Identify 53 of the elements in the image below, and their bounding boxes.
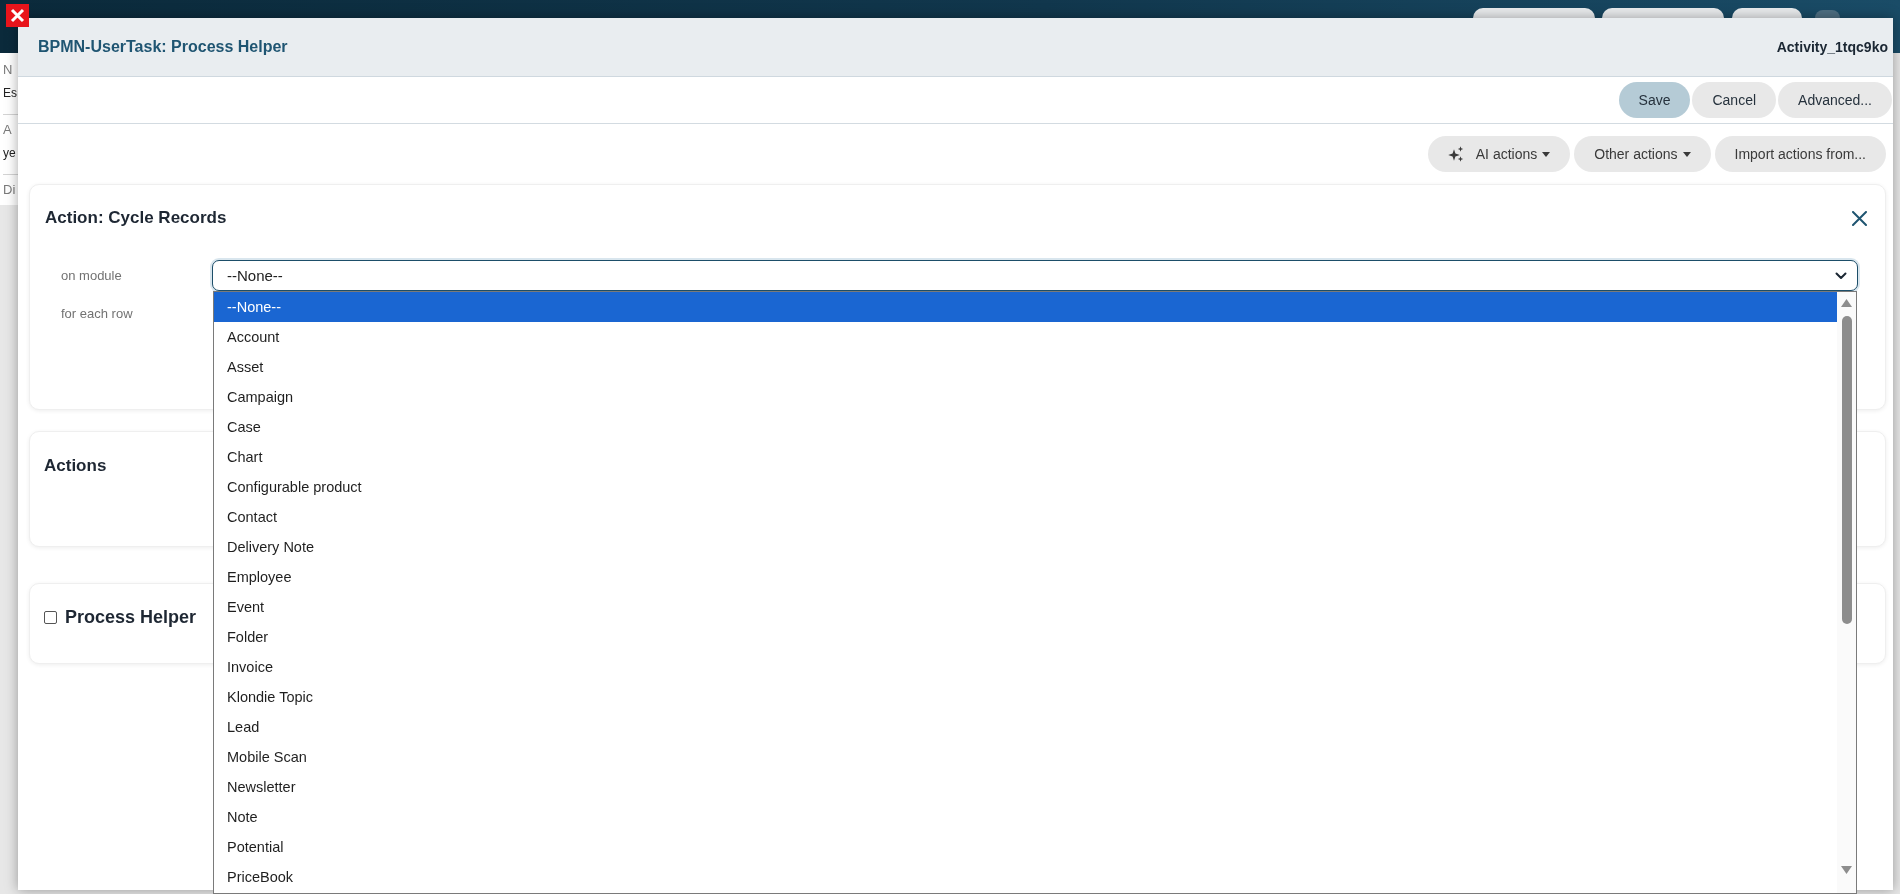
field-value: ye [3, 145, 16, 162]
dropdown-option[interactable]: Invoice [214, 652, 1837, 682]
header-button[interactable] [1732, 8, 1802, 18]
caret-icon [1542, 151, 1551, 157]
caret-icon [1682, 151, 1691, 157]
dropdown-option[interactable]: Mobile Scan [214, 742, 1837, 772]
dropdown-option[interactable]: Campaign [214, 382, 1837, 412]
scrollbar-thumb[interactable] [1841, 316, 1852, 624]
scroll-up-icon[interactable] [1841, 299, 1852, 307]
module-select[interactable]: --None-- [212, 260, 1858, 291]
dropdown-option[interactable]: Delivery Note [214, 532, 1837, 562]
dropdown-option[interactable]: Klondie Topic [214, 682, 1837, 712]
field-value: Es [3, 85, 17, 102]
dialog-title: BPMN-UserTask: Process Helper [38, 38, 288, 56]
element-id: Activity_1tqc9ko [1776, 39, 1888, 55]
dropdown-option[interactable]: Account [214, 322, 1837, 352]
field-label: for each row [61, 306, 133, 321]
header-button[interactable] [1473, 8, 1595, 18]
sparkle-icon [1447, 146, 1464, 162]
chevron-down-icon [1835, 271, 1847, 280]
close-icon[interactable] [1852, 210, 1867, 226]
other-actions-button[interactable]: Other actions [1574, 136, 1711, 172]
dropdown-option[interactable]: Note [214, 802, 1837, 832]
import-actions-button[interactable]: Import actions from... [1714, 136, 1886, 172]
dropdown-option[interactable]: Potential [214, 832, 1837, 862]
dropdown-option[interactable]: --None-- [214, 292, 1837, 322]
dropdown-option[interactable]: PriceBook [214, 862, 1837, 892]
field-label: N [3, 61, 13, 79]
dropdown-option[interactable]: Configurable product [214, 472, 1837, 502]
dropdown-option[interactable]: Newsletter [214, 772, 1837, 802]
dropdown-option[interactable]: Case [214, 412, 1837, 442]
card-title: Action: Cycle Records [45, 207, 227, 229]
advanced-button[interactable]: Advanced... [1778, 82, 1892, 118]
scrollbar-track[interactable] [1837, 292, 1856, 893]
dropdown-option[interactable]: Lead [214, 712, 1837, 742]
dropdown-option[interactable]: Chart [214, 442, 1837, 472]
dropdown-option[interactable]: Asset [214, 352, 1837, 382]
close-icon[interactable] [6, 4, 29, 27]
dropdown-option[interactable]: Folder [214, 622, 1837, 652]
card-title: Process Helper [65, 606, 197, 629]
dropdown-option[interactable]: Employee [214, 562, 1837, 592]
field-label: on module [61, 268, 122, 283]
field-label: Di [3, 181, 16, 199]
card-title: Actions [44, 455, 107, 477]
save-button[interactable]: Save [1618, 82, 1691, 118]
field-label: A [3, 121, 12, 139]
dropdown-option[interactable]: Contact [214, 502, 1837, 532]
scroll-down-icon[interactable] [1841, 866, 1852, 874]
checkbox[interactable] [44, 610, 57, 624]
cancel-button[interactable]: Cancel [1692, 82, 1777, 118]
header-button[interactable] [1602, 8, 1724, 18]
dropdown-option[interactable]: Event [214, 592, 1837, 622]
ai-actions-button[interactable]: AI actions [1427, 136, 1571, 172]
